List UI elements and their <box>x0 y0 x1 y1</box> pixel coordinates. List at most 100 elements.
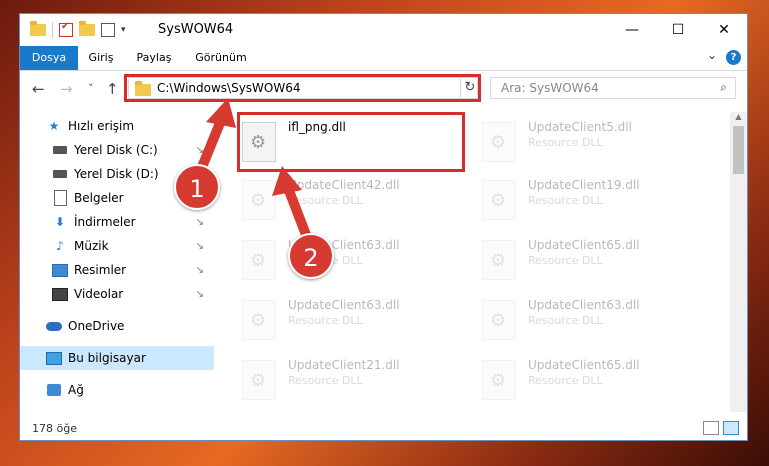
dll-file-icon <box>242 180 276 220</box>
file-type: Resource DLL <box>288 194 363 207</box>
file-name: UpdateClient42.dll <box>288 178 400 192</box>
file-item[interactable]: UpdateClient21.dll Resource DLL <box>220 352 450 410</box>
cloud-icon <box>46 319 62 333</box>
large-icons-view-icon[interactable] <box>723 421 739 435</box>
file-name: UpdateClient65.dll <box>528 238 640 252</box>
item-count: 178 öğe <box>32 422 77 435</box>
vertical-scrollbar[interactable]: ▲ <box>730 112 747 412</box>
new-folder-icon[interactable] <box>79 21 95 36</box>
sidebar-item-label: Belgeler <box>74 191 124 205</box>
pin-icon[interactable]: ↘ <box>196 217 204 228</box>
help-icon[interactable]: ? <box>726 50 741 65</box>
file-item[interactable]: UpdateClient19.dll Resource DLL <box>460 172 690 230</box>
file-item[interactable]: UpdateClient65.dll Resource DLL <box>460 352 690 410</box>
dll-file-icon <box>242 240 276 280</box>
pin-icon[interactable]: ↘ <box>196 241 204 252</box>
scrollbar-thumb[interactable] <box>733 126 744 174</box>
file-type: Resource DLL <box>288 314 363 327</box>
file-type: Resource DLL <box>528 136 603 149</box>
step-marker-2: 2 <box>288 233 334 279</box>
tab-file[interactable]: Dosya <box>20 46 78 70</box>
details-view-icon[interactable] <box>703 421 719 435</box>
back-button[interactable]: ← <box>32 80 45 98</box>
file-name: UpdateClient19.dll <box>528 178 640 192</box>
sidebar-item-videos[interactable]: Videolar ↘ <box>20 282 214 306</box>
recent-locations-button[interactable]: ˅ <box>88 82 94 95</box>
close-button[interactable]: ✕ <box>701 14 747 46</box>
properties-icon[interactable] <box>101 23 115 37</box>
minimize-button[interactable]: — <box>609 14 655 46</box>
sidebar-item-label: Bu bilgisayar <box>68 351 146 365</box>
dll-file-icon <box>242 360 276 400</box>
file-name: UpdateClient5.dll <box>528 120 632 134</box>
navigation-pane: ★ Hızlı erişim Yerel Disk (C:) ↘ Yerel D… <box>20 112 214 412</box>
folder-icon <box>30 21 46 36</box>
network-icon <box>46 383 62 397</box>
sidebar-item-label: Yerel Disk (D:) <box>74 167 159 181</box>
pin-icon[interactable]: ↘ <box>196 145 204 156</box>
file-item[interactable]: UpdateClient42.dll Resource DLL <box>220 172 450 230</box>
pin-icon[interactable]: ↘ <box>196 265 204 276</box>
tab-home[interactable]: Giriş <box>82 46 120 70</box>
file-item[interactable]: UpdateClient63.dll Resource DLL <box>220 232 450 290</box>
sidebar-item-label: Yerel Disk (C:) <box>74 143 158 157</box>
status-bar: 178 öğe <box>20 416 747 440</box>
search-box[interactable]: Ara: SysWOW64 ⌕ <box>490 77 736 99</box>
sidebar-item-label: OneDrive <box>68 319 125 333</box>
scroll-up-icon[interactable]: ▲ <box>730 112 747 124</box>
sidebar-item-pictures[interactable]: Resimler ↘ <box>20 258 214 282</box>
file-type: Resource DLL <box>528 254 603 267</box>
file-item[interactable]: UpdateClient63.dll Resource DLL <box>460 292 690 350</box>
sidebar-item-downloads[interactable]: ⬇ İndirmeler ↘ <box>20 210 214 234</box>
dll-file-icon <box>482 240 516 280</box>
sidebar-item-label: Hızlı erişim <box>68 119 135 133</box>
file-item[interactable]: UpdateClient63.dll Resource DLL <box>220 292 450 350</box>
dll-file-icon <box>482 180 516 220</box>
window-title: SysWOW64 <box>158 22 234 37</box>
sidebar-item-music[interactable]: ♪ Müzik ↘ <box>20 234 214 258</box>
window-controls: — ☐ ✕ <box>609 14 747 46</box>
dll-file-icon <box>482 122 516 162</box>
sidebar-item-label: Ağ <box>68 383 84 397</box>
view-toggle <box>703 421 739 435</box>
properties-check-icon[interactable] <box>59 21 73 37</box>
up-button[interactable]: ↑ <box>106 80 119 98</box>
tab-share[interactable]: Paylaş <box>132 46 176 70</box>
file-type: Resource DLL <box>528 314 603 327</box>
tab-view[interactable]: Görünüm <box>192 46 250 70</box>
forward-button[interactable]: → <box>60 80 73 98</box>
ribbon-expand-icon[interactable]: ⌄ <box>707 48 717 62</box>
file-name: UpdateClient63.dll <box>288 298 400 312</box>
sidebar-item-network[interactable]: Ağ <box>20 378 214 402</box>
pictures-icon <box>52 263 68 277</box>
file-type: Resource DLL <box>288 374 363 387</box>
file-name: UpdateClient63.dll <box>528 298 640 312</box>
search-input[interactable]: Ara: SysWOW64 <box>501 81 599 95</box>
file-item[interactable]: UpdateClient5.dll Resource DLL <box>460 114 690 172</box>
maximize-button[interactable]: ☐ <box>655 14 701 46</box>
address-bar-highlight <box>124 74 481 102</box>
step-marker-1: 1 <box>174 164 220 210</box>
file-item[interactable]: UpdateClient65.dll Resource DLL <box>460 232 690 290</box>
quick-access-toolbar: ▾ <box>30 21 126 38</box>
sidebar-item-this-pc[interactable]: Bu bilgisayar <box>20 346 214 370</box>
search-icon[interactable]: ⌕ <box>720 80 727 95</box>
sidebar-item-label: İndirmeler <box>74 215 136 229</box>
sidebar-item-label: Resimler <box>74 263 127 277</box>
document-icon <box>52 190 68 206</box>
dll-file-icon <box>482 360 516 400</box>
file-name: UpdateClient65.dll <box>528 358 640 372</box>
ribbon-tabs: Dosya Giriş Paylaş Görünüm ⌄ ? <box>20 46 747 71</box>
music-icon: ♪ <box>56 239 64 253</box>
file-name: UpdateClient21.dll <box>288 358 400 372</box>
sidebar-item-quick-access[interactable]: ★ Hızlı erişim <box>20 114 214 138</box>
pin-icon[interactable]: ↘ <box>196 289 204 300</box>
videos-icon <box>52 287 68 301</box>
file-highlight <box>237 112 465 172</box>
sidebar-item-onedrive[interactable]: OneDrive <box>20 314 214 338</box>
divider <box>52 22 53 38</box>
customize-qat-icon[interactable]: ▾ <box>121 25 126 35</box>
sidebar-item-label: Videolar <box>74 287 124 301</box>
sidebar-item-local-disk-c[interactable]: Yerel Disk (C:) ↘ <box>20 138 214 162</box>
drive-icon <box>52 143 68 157</box>
